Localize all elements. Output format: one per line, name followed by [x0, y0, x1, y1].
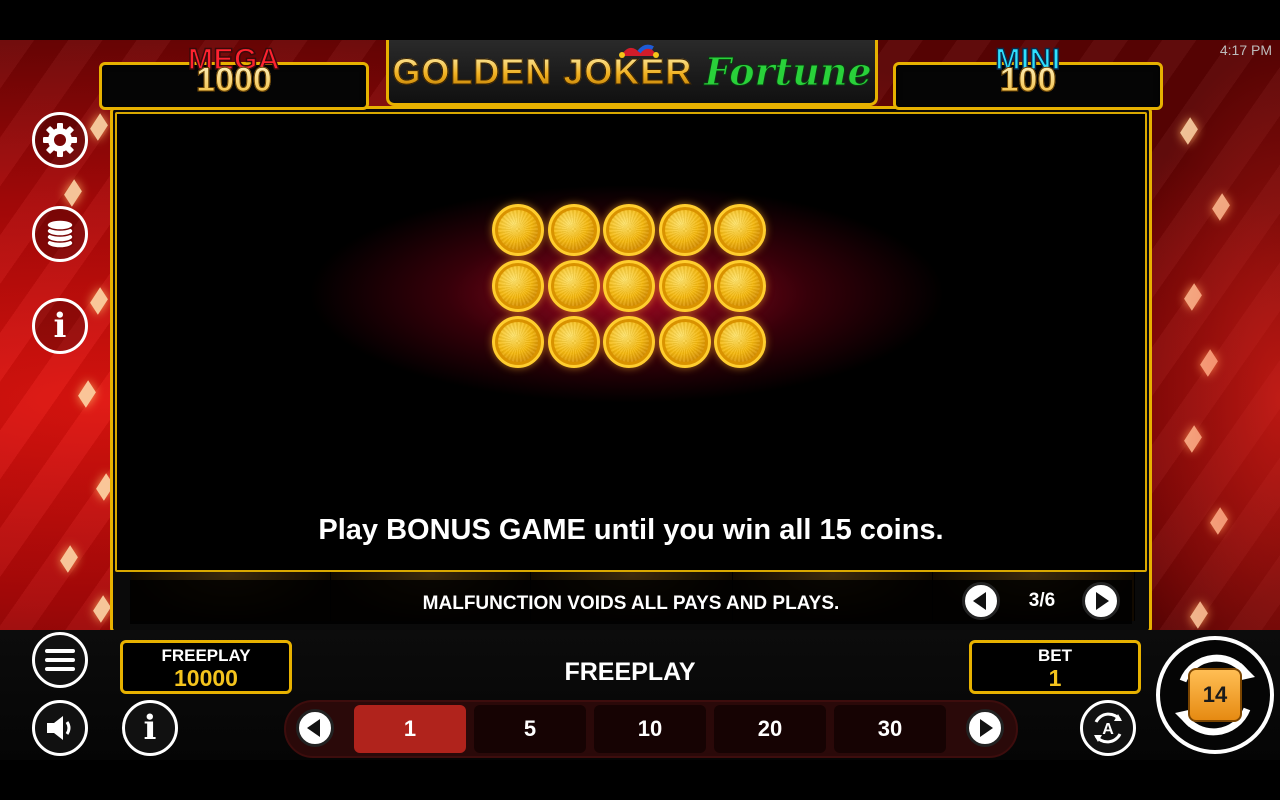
- sound-button[interactable]: [32, 700, 88, 756]
- logo-fortune: Fortune: [704, 49, 872, 95]
- paytable-next-button[interactable]: [1082, 582, 1120, 620]
- gold-coin-icon: [714, 204, 766, 256]
- speaker-icon: [47, 716, 71, 740]
- bet-next-button[interactable]: [966, 709, 1004, 747]
- autoplay-a-icon: A: [1094, 712, 1122, 744]
- bet-option-1[interactable]: 1: [354, 705, 466, 753]
- spin-badge: 14: [1188, 668, 1242, 722]
- sparkle-decoration: [1184, 425, 1202, 453]
- hamburger-menu-icon: [45, 649, 75, 671]
- balance-value: 10000: [174, 665, 238, 691]
- gold-coin-icon: [714, 260, 766, 312]
- gold-coin-icon: [492, 260, 544, 312]
- sparkle-decoration: [64, 179, 82, 207]
- bet-display: BET 1: [969, 640, 1141, 694]
- gear-icon: [43, 123, 77, 157]
- sparkle-decoration: [93, 595, 111, 623]
- paytable-prev-button[interactable]: [962, 582, 1000, 620]
- sparkle-decoration: [1180, 117, 1198, 145]
- sparkle-decoration: [1210, 507, 1228, 535]
- bet-option-10[interactable]: 10: [594, 705, 706, 753]
- game-info-button[interactable]: i: [122, 700, 178, 756]
- bet-option-30[interactable]: 30: [834, 705, 946, 753]
- bet-prev-button[interactable]: [296, 709, 334, 747]
- gold-coin-icon: [603, 260, 655, 312]
- paytable-description: Play BONUS GAME until you win all 15 coi…: [318, 514, 944, 546]
- gold-coin-icon: [492, 204, 544, 256]
- gold-coin-icon: [603, 204, 655, 256]
- gold-coin-icon: [547, 260, 600, 312]
- gold-coin-icon: [603, 316, 655, 368]
- sparkle-decoration: [1212, 193, 1230, 221]
- coin-grid: [492, 204, 766, 368]
- bet-selector: 1 5 10 20 30: [284, 700, 1018, 758]
- info-bar: MALFUNCTION VOIDS ALL PAYS AND PLAYS. 3/…: [130, 580, 1132, 624]
- sparkle-decoration: [90, 287, 108, 315]
- sparkle-decoration: [1200, 349, 1218, 377]
- sparkle-decoration: [78, 380, 96, 408]
- menu-button[interactable]: [32, 632, 88, 688]
- info-icon: i: [53, 306, 67, 346]
- status-clock: 4:17 PM: [1219, 42, 1272, 58]
- balance-label: FREEPLAY: [161, 646, 251, 665]
- arrow-right-icon: [1096, 592, 1109, 610]
- bet-label: BET: [1038, 646, 1072, 665]
- jester-hat-icon: [619, 44, 659, 58]
- gold-coin-icon: [492, 316, 544, 368]
- game-logo: GOLDEN JOKER Fortune: [386, 40, 878, 106]
- sparkle-decoration: [60, 545, 78, 573]
- mini-jackpot-value: 100: [896, 61, 1160, 100]
- mega-jackpot-value: 1000: [102, 61, 366, 100]
- gold-coin-icon: [547, 316, 600, 368]
- bet-option-5[interactable]: 5: [474, 705, 586, 753]
- bet-option-20[interactable]: 20: [714, 705, 826, 753]
- sparkle-decoration: [1190, 601, 1208, 629]
- coin-stack-icon: [46, 219, 74, 249]
- gold-coin-icon: [714, 316, 766, 368]
- info-button[interactable]: i: [32, 298, 88, 354]
- svg-text:A: A: [1102, 721, 1114, 738]
- spin-badge-number: 14: [1202, 682, 1228, 707]
- sparkle-decoration: [1184, 283, 1202, 311]
- bet-coins-button[interactable]: [32, 206, 88, 262]
- arrow-right-icon: [980, 719, 993, 737]
- paytable-page-indicator: 3/6: [1028, 590, 1056, 611]
- gold-coin-icon: [547, 204, 600, 256]
- arrow-left-icon: [307, 719, 320, 737]
- sparkle-decoration: [90, 113, 108, 141]
- arrow-left-icon: [973, 592, 986, 610]
- mega-jackpot: MEGA 1000: [99, 42, 369, 110]
- info-icon: i: [143, 708, 157, 748]
- autoplay-button[interactable]: A: [1080, 700, 1136, 756]
- paytable-panel: Play BONUS GAME until you win all 15 coi…: [115, 112, 1147, 572]
- spin-button[interactable]: 14: [1156, 636, 1274, 754]
- bet-value: 1: [1048, 665, 1062, 691]
- balance-display: FREEPLAY 10000: [120, 640, 292, 694]
- gold-coin-icon: [658, 260, 711, 312]
- mode-label: FREEPLAY: [564, 658, 696, 686]
- gold-coin-icon: [658, 204, 711, 256]
- settings-button[interactable]: [32, 112, 88, 168]
- gold-coin-icon: [658, 316, 711, 368]
- mini-jackpot: MINI 100: [893, 42, 1163, 110]
